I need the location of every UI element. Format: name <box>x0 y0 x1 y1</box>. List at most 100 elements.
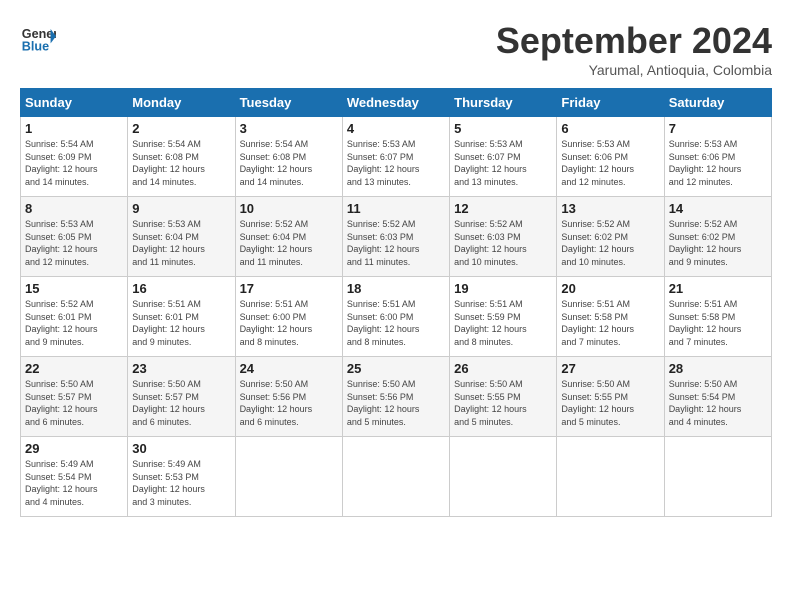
day-info: Sunrise: 5:53 AM Sunset: 6:06 PM Dayligh… <box>561 138 659 188</box>
calendar-cell: 4 Sunrise: 5:53 AM Sunset: 6:07 PM Daylig… <box>342 117 449 197</box>
day-number: 14 <box>669 201 767 216</box>
col-header-friday: Friday <box>557 89 664 117</box>
day-info: Sunrise: 5:50 AM Sunset: 5:55 PM Dayligh… <box>454 378 552 428</box>
day-info: Sunrise: 5:52 AM Sunset: 6:03 PM Dayligh… <box>347 218 445 268</box>
day-info: Sunrise: 5:54 AM Sunset: 6:08 PM Dayligh… <box>132 138 230 188</box>
day-info: Sunrise: 5:54 AM Sunset: 6:08 PM Dayligh… <box>240 138 338 188</box>
calendar-cell: 20 Sunrise: 5:51 AM Sunset: 5:58 PM Dayli… <box>557 277 664 357</box>
day-info: Sunrise: 5:51 AM Sunset: 5:58 PM Dayligh… <box>669 298 767 348</box>
day-number: 29 <box>25 441 123 456</box>
day-info: Sunrise: 5:51 AM Sunset: 5:58 PM Dayligh… <box>561 298 659 348</box>
day-info: Sunrise: 5:51 AM Sunset: 5:59 PM Dayligh… <box>454 298 552 348</box>
col-header-saturday: Saturday <box>664 89 771 117</box>
day-number: 8 <box>25 201 123 216</box>
calendar-cell <box>664 437 771 517</box>
day-number: 1 <box>25 121 123 136</box>
calendar-cell: 24 Sunrise: 5:50 AM Sunset: 5:56 PM Dayli… <box>235 357 342 437</box>
calendar-cell: 12 Sunrise: 5:52 AM Sunset: 6:03 PM Dayli… <box>450 197 557 277</box>
day-info: Sunrise: 5:53 AM Sunset: 6:07 PM Dayligh… <box>454 138 552 188</box>
day-number: 22 <box>25 361 123 376</box>
logo: General Blue <box>20 20 56 56</box>
day-number: 10 <box>240 201 338 216</box>
day-info: Sunrise: 5:50 AM Sunset: 5:54 PM Dayligh… <box>669 378 767 428</box>
day-info: Sunrise: 5:52 AM Sunset: 6:04 PM Dayligh… <box>240 218 338 268</box>
calendar-cell: 2 Sunrise: 5:54 AM Sunset: 6:08 PM Daylig… <box>128 117 235 197</box>
calendar-cell <box>235 437 342 517</box>
day-info: Sunrise: 5:50 AM Sunset: 5:56 PM Dayligh… <box>240 378 338 428</box>
calendar-cell: 7Sunrise: 5:53 AM Sunset: 6:06 PM Daylig… <box>664 117 771 197</box>
day-number: 27 <box>561 361 659 376</box>
calendar-cell: 9Sunrise: 5:53 AM Sunset: 6:04 PM Daylig… <box>128 197 235 277</box>
day-number: 20 <box>561 281 659 296</box>
calendar-cell: 10 Sunrise: 5:52 AM Sunset: 6:04 PM Dayli… <box>235 197 342 277</box>
calendar-cell: 16 Sunrise: 5:51 AM Sunset: 6:01 PM Dayli… <box>128 277 235 357</box>
day-number: 24 <box>240 361 338 376</box>
day-number: 4 <box>347 121 445 136</box>
calendar-cell: 25Sunrise: 5:50 AM Sunset: 5:56 PM Dayli… <box>342 357 449 437</box>
calendar-cell: 6 Sunrise: 5:53 AM Sunset: 6:06 PM Daylig… <box>557 117 664 197</box>
calendar-cell: 27 Sunrise: 5:50 AM Sunset: 5:55 PM Dayli… <box>557 357 664 437</box>
day-number: 3 <box>240 121 338 136</box>
calendar-cell: 11Sunrise: 5:52 AM Sunset: 6:03 PM Dayli… <box>342 197 449 277</box>
day-info: Sunrise: 5:51 AM Sunset: 6:00 PM Dayligh… <box>347 298 445 348</box>
day-info: Sunrise: 5:52 AM Sunset: 6:03 PM Dayligh… <box>454 218 552 268</box>
month-title: September 2024 <box>496 20 772 62</box>
day-number: 13 <box>561 201 659 216</box>
day-number: 28 <box>669 361 767 376</box>
calendar-cell: 28 Sunrise: 5:50 AM Sunset: 5:54 PM Dayli… <box>664 357 771 437</box>
day-number: 7 <box>669 121 767 136</box>
calendar-cell: 13 Sunrise: 5:52 AM Sunset: 6:02 PM Dayli… <box>557 197 664 277</box>
day-number: 25 <box>347 361 445 376</box>
col-header-monday: Monday <box>128 89 235 117</box>
col-header-wednesday: Wednesday <box>342 89 449 117</box>
calendar-cell: 18Sunrise: 5:51 AM Sunset: 6:00 PM Dayli… <box>342 277 449 357</box>
day-info: Sunrise: 5:50 AM Sunset: 5:57 PM Dayligh… <box>132 378 230 428</box>
day-number: 5 <box>454 121 552 136</box>
day-info: Sunrise: 5:50 AM Sunset: 5:55 PM Dayligh… <box>561 378 659 428</box>
calendar-cell: 1 Sunrise: 5:54 AM Sunset: 6:09 PM Daylig… <box>21 117 128 197</box>
title-block: September 2024 Yarumal, Antioquia, Colom… <box>496 20 772 78</box>
calendar-cell: 19 Sunrise: 5:51 AM Sunset: 5:59 PM Dayli… <box>450 277 557 357</box>
day-info: Sunrise: 5:52 AM Sunset: 6:01 PM Dayligh… <box>25 298 123 348</box>
calendar-cell: 15Sunrise: 5:52 AM Sunset: 6:01 PM Dayli… <box>21 277 128 357</box>
calendar-cell <box>450 437 557 517</box>
day-info: Sunrise: 5:53 AM Sunset: 6:05 PM Dayligh… <box>25 218 123 268</box>
calendar-cell: 17 Sunrise: 5:51 AM Sunset: 6:00 PM Dayli… <box>235 277 342 357</box>
calendar-cell: 3 Sunrise: 5:54 AM Sunset: 6:08 PM Daylig… <box>235 117 342 197</box>
day-info: Sunrise: 5:50 AM Sunset: 5:57 PM Dayligh… <box>25 378 123 428</box>
day-number: 12 <box>454 201 552 216</box>
day-number: 21 <box>669 281 767 296</box>
day-info: Sunrise: 5:54 AM Sunset: 6:09 PM Dayligh… <box>25 138 123 188</box>
day-number: 16 <box>132 281 230 296</box>
day-number: 17 <box>240 281 338 296</box>
col-header-thursday: Thursday <box>450 89 557 117</box>
day-info: Sunrise: 5:51 AM Sunset: 6:00 PM Dayligh… <box>240 298 338 348</box>
calendar-cell: 5 Sunrise: 5:53 AM Sunset: 6:07 PM Daylig… <box>450 117 557 197</box>
calendar-table: SundayMondayTuesdayWednesdayThursdayFrid… <box>20 88 772 517</box>
calendar-cell: 29 Sunrise: 5:49 AM Sunset: 5:54 PM Dayli… <box>21 437 128 517</box>
calendar-cell: 26 Sunrise: 5:50 AM Sunset: 5:55 PM Dayli… <box>450 357 557 437</box>
calendar-cell: 8 Sunrise: 5:53 AM Sunset: 6:05 PM Daylig… <box>21 197 128 277</box>
day-info: Sunrise: 5:53 AM Sunset: 6:04 PM Dayligh… <box>132 218 230 268</box>
day-info: Sunrise: 5:52 AM Sunset: 6:02 PM Dayligh… <box>561 218 659 268</box>
col-header-sunday: Sunday <box>21 89 128 117</box>
day-info: Sunrise: 5:49 AM Sunset: 5:54 PM Dayligh… <box>25 458 123 508</box>
calendar-cell <box>342 437 449 517</box>
calendar-cell: 21 Sunrise: 5:51 AM Sunset: 5:58 PM Dayli… <box>664 277 771 357</box>
logo-icon: General Blue <box>20 20 56 56</box>
day-info: Sunrise: 5:51 AM Sunset: 6:01 PM Dayligh… <box>132 298 230 348</box>
day-number: 30 <box>132 441 230 456</box>
day-number: 6 <box>561 121 659 136</box>
day-info: Sunrise: 5:53 AM Sunset: 6:07 PM Dayligh… <box>347 138 445 188</box>
page-header: General Blue September 2024 Yarumal, Ant… <box>20 20 772 78</box>
day-number: 19 <box>454 281 552 296</box>
day-number: 26 <box>454 361 552 376</box>
calendar-cell: 23 Sunrise: 5:50 AM Sunset: 5:57 PM Dayli… <box>128 357 235 437</box>
day-number: 23 <box>132 361 230 376</box>
calendar-cell: 14Sunrise: 5:52 AM Sunset: 6:02 PM Dayli… <box>664 197 771 277</box>
svg-text:Blue: Blue <box>22 40 49 54</box>
day-info: Sunrise: 5:49 AM Sunset: 5:53 PM Dayligh… <box>132 458 230 508</box>
calendar-cell <box>557 437 664 517</box>
day-number: 2 <box>132 121 230 136</box>
location: Yarumal, Antioquia, Colombia <box>496 62 772 78</box>
